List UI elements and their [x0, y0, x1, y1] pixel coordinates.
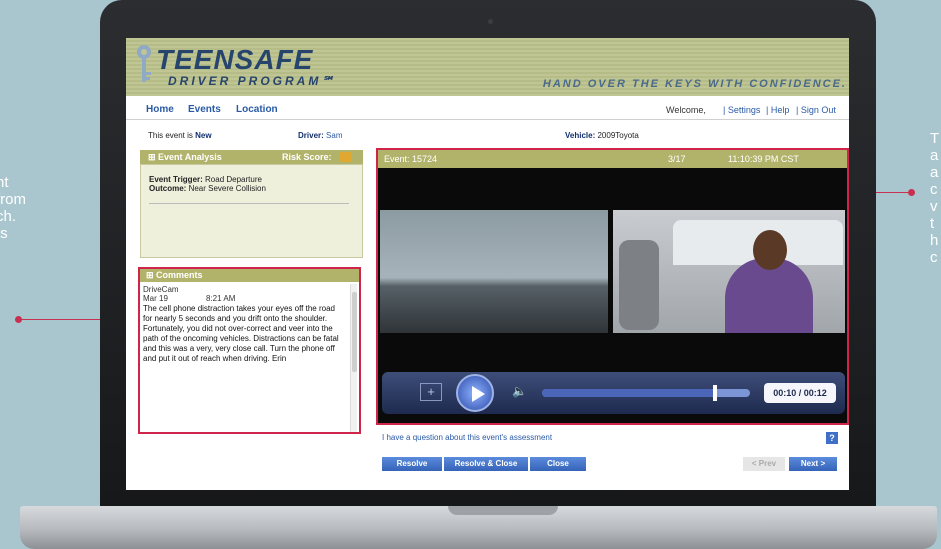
nav-bar: Home Events Location Welcome, | Settings…	[126, 98, 849, 120]
webcam	[488, 19, 493, 24]
brand-title: TEENSAFE	[156, 44, 314, 75]
brand-subtitle: DRIVER PROGRAM℠	[168, 74, 337, 88]
annotation-line: nt	[0, 174, 9, 191]
event-id: Event: 15724	[384, 154, 438, 164]
video-header: Event: 15724 3/17 11:10:39 PM CST	[378, 150, 847, 168]
key-logo-icon	[137, 45, 151, 82]
comments-title: ⊞ Comments	[146, 270, 203, 280]
nav-location[interactable]: Location	[236, 104, 278, 115]
driver-label: Driver:	[298, 131, 324, 140]
vehicle-label: Vehicle:	[565, 131, 596, 140]
comment-time: 8:21 AM	[206, 294, 236, 303]
comments-panel: ⊞ Comments DriveCam Mar 19 8:21 AM The c…	[138, 267, 361, 434]
analysis-title-text: Event Analysis	[158, 152, 222, 162]
trigger-label: Event Trigger:	[149, 175, 203, 184]
event-analysis-header[interactable]: ⊞ Event Analysis Risk Score:	[140, 150, 363, 164]
trigger-value: Road Departure	[205, 175, 262, 184]
annotation-line: a	[930, 164, 939, 181]
annotation-line: a	[930, 147, 939, 164]
app-screen: TEENSAFE DRIVER PROGRAM℠ HAND OVER THE K…	[126, 38, 849, 490]
driver-value[interactable]: Sam	[326, 131, 342, 140]
comment-date: Mar 19	[143, 294, 168, 303]
tagline: HAND OVER THE KEYS WITH CONFIDENCE.	[542, 78, 847, 90]
left-annotation-text: nt from ch. ts	[0, 174, 26, 242]
laptop-base	[20, 506, 937, 549]
annotation-line: from	[0, 191, 26, 208]
right-callout-dot	[908, 189, 915, 196]
close-button[interactable]: Close	[530, 457, 586, 471]
question-link[interactable]: I have a question about this event's ass…	[382, 433, 552, 442]
next-button[interactable]: Next >	[789, 457, 837, 471]
driver-info: Driver: Sam	[298, 131, 342, 140]
help-link[interactable]: | Help	[766, 105, 789, 115]
comments-scrollbar[interactable]	[350, 284, 357, 432]
risk-score-label: Risk Score:	[282, 152, 332, 162]
event-outcome: Outcome: Near Severe Collision	[149, 184, 266, 193]
status-prefix: This event is	[148, 131, 193, 140]
annotation-line: c	[930, 181, 938, 198]
volume-icon[interactable]: 🔈	[512, 384, 527, 398]
annotation-line: t	[930, 215, 935, 232]
laptop-notch	[448, 506, 558, 515]
event-analysis-body: Event Trigger: Road Departure Outcome: N…	[140, 164, 363, 258]
seek-handle[interactable]	[712, 385, 717, 401]
right-annotation-text: T a a c v t h c	[930, 130, 939, 266]
welcome-text: Welcome,	[666, 105, 706, 115]
nav-events[interactable]: Events	[188, 104, 221, 115]
risk-score-indicator	[340, 152, 352, 162]
divider	[149, 203, 349, 204]
nav-home[interactable]: Home	[146, 104, 174, 115]
expand-icon[interactable]: +	[420, 383, 442, 401]
vehicle-info: Vehicle: 2009Toyota	[565, 131, 639, 140]
event-status: This event is New	[148, 131, 212, 140]
sign-out-link[interactable]: | Sign Out	[796, 105, 836, 115]
event-date: 3/17	[668, 154, 686, 164]
road-camera-view	[380, 210, 608, 333]
annotation-line: ch.	[0, 208, 17, 225]
settings-link[interactable]: | Settings	[723, 105, 760, 115]
annotation-line: T	[930, 130, 940, 147]
header-banner: TEENSAFE DRIVER PROGRAM℠ HAND OVER THE K…	[126, 38, 849, 96]
driver-head	[753, 230, 787, 270]
status-value: New	[195, 131, 212, 140]
outcome-value: Near Severe Collision	[188, 184, 266, 193]
cabin-camera-view	[613, 210, 845, 333]
comments-header[interactable]: ⊞ Comments	[140, 269, 359, 282]
play-button[interactable]	[456, 374, 494, 412]
annotation-line: h	[930, 232, 939, 249]
outcome-label: Outcome:	[149, 184, 187, 193]
video-panel: Event: 15724 3/17 11:10:39 PM CST + 🔈 00…	[376, 148, 849, 425]
prev-button[interactable]: < Prev	[743, 457, 785, 471]
event-analysis-title: ⊞ Event Analysis	[148, 152, 222, 162]
resolve-button[interactable]: Resolve	[382, 457, 442, 471]
annotation-line: v	[930, 198, 938, 215]
help-button[interactable]: ?	[826, 432, 838, 444]
annotation-line: ts	[0, 225, 8, 242]
scrollbar-thumb[interactable]	[352, 292, 357, 372]
annotation-line: c	[930, 249, 938, 266]
resolve-close-button[interactable]: Resolve & Close	[444, 457, 528, 471]
event-trigger: Event Trigger: Road Departure	[149, 175, 262, 184]
cabin-seat	[619, 240, 659, 330]
vehicle-value: 2009Toyota	[597, 131, 639, 140]
seek-bar[interactable]	[542, 385, 750, 401]
player-controls: + 🔈 00:10 / 00:12	[382, 372, 845, 414]
event-time: 11:10:39 PM CST	[728, 154, 799, 164]
player-time: 00:10 / 00:12	[764, 383, 836, 403]
comment-author: DriveCam	[143, 285, 179, 294]
comment-text: The cell phone distraction takes your ey…	[143, 304, 339, 363]
comments-title-text: Comments	[156, 270, 203, 280]
seek-fill	[542, 389, 715, 397]
